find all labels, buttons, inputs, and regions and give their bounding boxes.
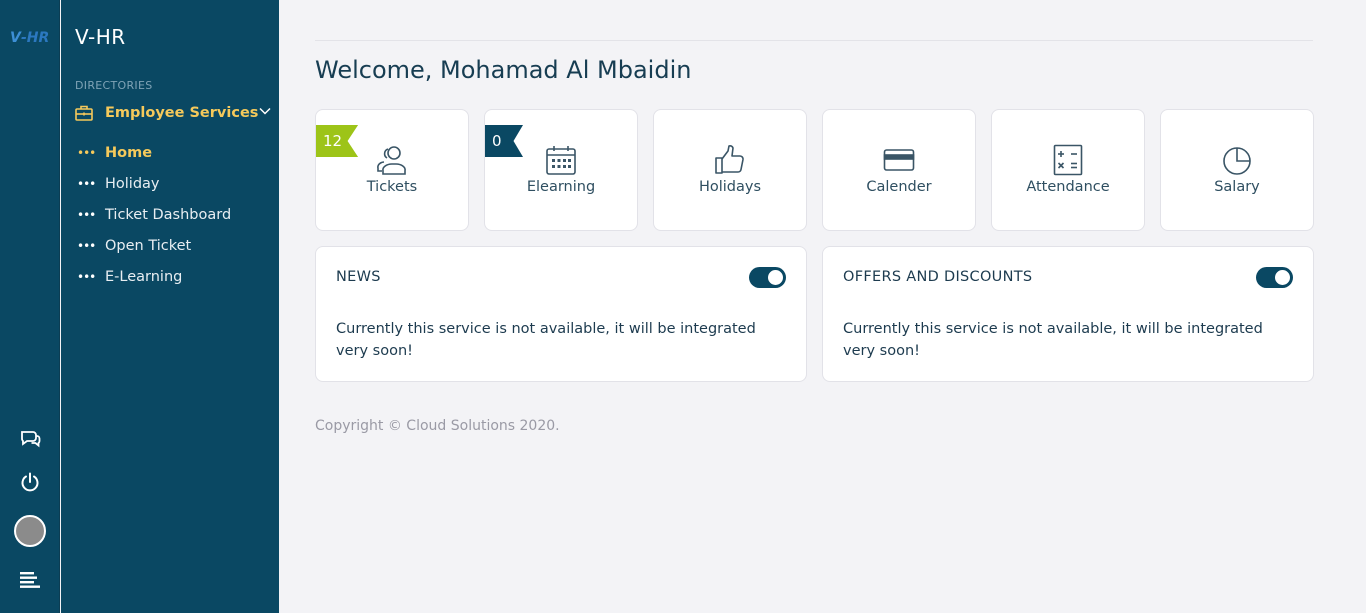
sidebar-item-label: Holiday — [105, 175, 160, 192]
dots-icon: ••• — [77, 238, 96, 253]
offers-toggle[interactable] — [1256, 267, 1293, 288]
employee-services-group[interactable]: Employee Services — [75, 102, 271, 124]
sidebar-item-label: Home — [105, 144, 153, 161]
elearning-count-badge: 0 — [485, 125, 523, 157]
tile-tickets[interactable]: 12 Tickets — [315, 109, 469, 231]
tile-label: Tickets — [366, 179, 418, 195]
tile-elearning[interactable]: 0 Elearning — [484, 109, 638, 231]
info-cards: NEWS Currently this service is not avail… — [315, 246, 1314, 382]
group-label: Employee Services — [105, 105, 259, 121]
sidebar-item-e-learning[interactable]: ••• E-Learning — [75, 261, 271, 292]
icon-rail: V -HR — [0, 0, 60, 613]
thumbs-up-icon — [715, 145, 744, 174]
tile-label: Attendance — [1026, 179, 1110, 195]
dots-icon: ••• — [77, 176, 96, 191]
tile-label: Holidays — [698, 179, 762, 195]
sidebar-item-label: Ticket Dashboard — [105, 206, 232, 223]
menu-icon[interactable] — [15, 565, 45, 595]
news-toggle[interactable] — [749, 267, 786, 288]
service-tiles: 12 Tickets 0 Elearning Holidays Calender… — [315, 109, 1314, 231]
sidebar-item-label: E-Learning — [105, 268, 183, 285]
toggle-knob — [1275, 270, 1290, 285]
sidebar-item-home[interactable]: ••• Home — [75, 137, 271, 168]
tile-holidays[interactable]: Holidays — [653, 109, 807, 231]
sidebar-item-holiday[interactable]: ••• Holiday — [75, 168, 271, 199]
main-content: Welcome, Mohamad Al Mbaidin 12 Tickets 0 — [279, 0, 1366, 613]
toggle-knob — [768, 270, 783, 285]
briefcase-icon — [75, 105, 93, 121]
divider — [315, 40, 1313, 41]
offers-card: OFFERS AND DISCOUNTS Currently this serv… — [822, 246, 1314, 382]
dots-icon: ••• — [77, 207, 96, 222]
tile-label: Salary — [1214, 179, 1260, 195]
chat-icon[interactable] — [15, 423, 45, 453]
avatar[interactable] — [14, 515, 46, 547]
tile-label: Calender — [866, 179, 932, 195]
card-title: OFFERS AND DISCOUNTS — [843, 269, 1033, 285]
chevron-down-icon — [259, 107, 271, 115]
news-card: NEWS Currently this service is not avail… — [315, 246, 807, 382]
tile-salary[interactable]: Salary — [1160, 109, 1314, 231]
svg-text:-HR: -HR — [21, 30, 49, 46]
sidebar-nav: ••• Home ••• Holiday ••• Ticket Dashboar… — [75, 137, 271, 292]
card-title: NEWS — [336, 269, 381, 285]
section-label: DIRECTORIES — [75, 79, 153, 92]
card-body: Currently this service is not available,… — [843, 321, 1263, 359]
tile-calender[interactable]: Calender — [822, 109, 976, 231]
pie-chart-icon — [1223, 147, 1251, 175]
sidebar: V-HR DIRECTORIES Employee Services ••• H… — [61, 0, 279, 613]
page-title: Welcome, Mohamad Al Mbaidin — [315, 56, 692, 84]
credit-card-icon — [883, 149, 915, 171]
sidebar-item-label: Open Ticket — [105, 237, 192, 254]
users-icon — [377, 146, 406, 175]
sidebar-item-open-ticket[interactable]: ••• Open Ticket — [75, 230, 271, 261]
power-icon[interactable] — [15, 467, 45, 497]
dots-icon: ••• — [77, 269, 96, 284]
sidebar-item-ticket-dashboard[interactable]: ••• Ticket Dashboard — [75, 199, 271, 230]
tile-label: Elearning — [526, 179, 596, 195]
app-brand: V-HR — [75, 25, 126, 49]
tickets-count-badge: 12 — [316, 125, 359, 157]
calculator-icon — [1053, 144, 1083, 176]
tile-attendance[interactable]: Attendance — [991, 109, 1145, 231]
card-body: Currently this service is not available,… — [336, 321, 756, 359]
copyright-text: Copyright © Cloud Solutions 2020. — [315, 418, 560, 434]
calendar-icon — [546, 146, 576, 175]
vhr-logo: V -HR — [10, 30, 49, 46]
dots-icon: ••• — [77, 145, 96, 160]
